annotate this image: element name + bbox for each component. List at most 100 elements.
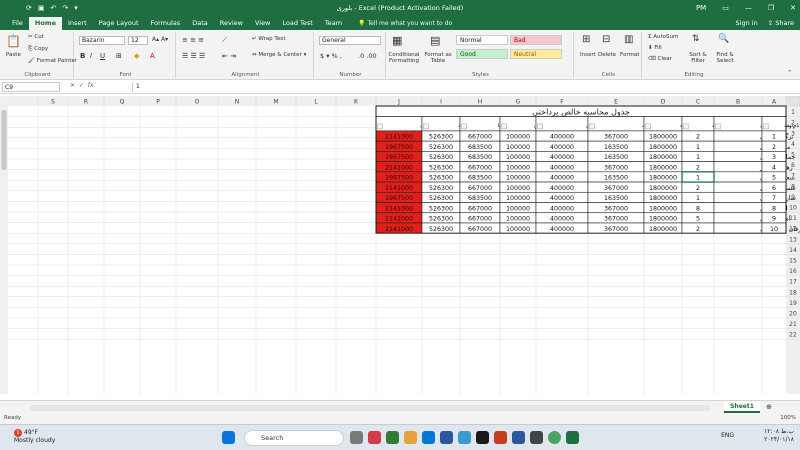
select-all-corner[interactable] [785, 96, 800, 107]
edge-icon[interactable] [458, 431, 471, 444]
style-bad[interactable]: Bad [510, 35, 562, 45]
table-cell[interactable] [713, 181, 763, 193]
font-size-select[interactable]: 12 [128, 36, 148, 45]
table-header-cell[interactable] [375, 116, 423, 132]
app-icon[interactable] [386, 431, 399, 444]
tab-data[interactable]: Data [186, 17, 214, 30]
app-icon[interactable] [476, 431, 489, 444]
table-header-cell[interactable] [535, 116, 589, 132]
orientation-icon[interactable]: ⟋ [222, 36, 227, 45]
conditional-formatting-button[interactable]: Conditional Formatting [388, 52, 420, 64]
taskbar-search[interactable]: Search [244, 430, 344, 446]
find-select-icon[interactable]: 🔍 [718, 34, 729, 44]
task-view-icon[interactable] [350, 431, 363, 444]
confirm-icon[interactable]: ✓ [79, 82, 84, 89]
tell-me-box[interactable]: 💡 Tell me what you want to do [348, 17, 452, 30]
decimal-icon[interactable]: .0 .00 [358, 52, 377, 60]
wrap-text-button[interactable]: ↵ Wrap Text [252, 36, 286, 42]
currency-icon[interactable]: $ ▾ % , [320, 52, 342, 60]
merge-center-button[interactable]: ⇔ Merge & Center ▾ [252, 52, 306, 58]
tab-view[interactable]: View [249, 17, 276, 30]
tab-page-layout[interactable]: Page Layout [93, 17, 145, 30]
tab-home[interactable]: Home [28, 17, 62, 30]
add-sheet-icon[interactable]: ⊕ [766, 403, 772, 411]
paste-button[interactable]: Paste [6, 52, 21, 58]
powerpoint-icon[interactable] [494, 431, 507, 444]
horizontal-scrollbar[interactable] [30, 405, 710, 411]
filter-dropdown-icon[interactable] [377, 123, 383, 130]
filter-dropdown-icon[interactable] [461, 123, 467, 130]
style-good[interactable]: Good [456, 49, 508, 59]
paste-icon[interactable]: 📋 [6, 34, 21, 48]
tab-team[interactable]: Team [319, 17, 348, 30]
formula-input[interactable]: 1 [132, 82, 792, 92]
tab-file[interactable]: File [6, 17, 29, 30]
vertical-scrollbar-thumb[interactable] [1, 110, 7, 170]
insert-button[interactable]: Insert [580, 52, 596, 58]
table-cell[interactable] [713, 191, 763, 203]
filter-dropdown-icon[interactable] [537, 123, 543, 130]
filter-dropdown-icon[interactable] [645, 123, 651, 130]
table-cell[interactable] [713, 212, 763, 224]
clock-date[interactable]: ۲۰۲۴/۰۱/۱۸ [764, 436, 794, 443]
clock-time[interactable]: ۱۲:۰۸ ب.ظ [764, 428, 794, 435]
share-button[interactable]: ⇪ Share [768, 16, 794, 30]
tab-review[interactable]: Review [214, 17, 249, 30]
autosum-button[interactable]: Σ AutoSum [648, 34, 678, 40]
filter-dropdown-icon[interactable] [683, 123, 689, 130]
excel-icon[interactable] [566, 431, 579, 444]
name-box[interactable]: C9 [2, 82, 60, 92]
tab-insert[interactable]: Insert [62, 17, 93, 30]
indent-icon[interactable]: ⇤ ⇥ [222, 52, 236, 60]
filter-dropdown-icon[interactable] [715, 123, 721, 130]
restore-icon[interactable]: ❐ [768, 4, 774, 12]
fill-color-icon[interactable]: ◆ [134, 52, 139, 60]
fx-icon[interactable]: fx [88, 82, 94, 89]
table-header-cell[interactable] [713, 116, 763, 132]
table-cell[interactable] [713, 171, 763, 183]
filter-dropdown-icon[interactable] [589, 123, 595, 130]
table-cell[interactable] [713, 151, 763, 162]
app-icon[interactable] [530, 431, 543, 444]
tab-formulas[interactable]: Formulas [145, 17, 187, 30]
weather-widget[interactable]: 1 49°F Mostly cloudy [14, 429, 55, 445]
number-format-select[interactable]: General [319, 36, 381, 45]
zoom-level[interactable]: 100% [780, 415, 796, 421]
copy-button[interactable]: ⎘ Copy [28, 46, 48, 53]
font-color-icon[interactable]: A [150, 52, 155, 60]
worksheet-grid[interactable]: A B C D E F G H I J K L M N O P Q R S 1 2 3 4 5 6 7 8 9 10 11 12 13 14 15… [0, 96, 800, 394]
table-header-cell[interactable] [587, 116, 645, 132]
underline-icon[interactable]: U [100, 52, 105, 60]
delete-button[interactable]: Delete [598, 52, 616, 58]
word-icon[interactable] [512, 431, 525, 444]
cancel-icon[interactable]: ✕ [70, 82, 75, 89]
format-table-icon[interactable]: ▤ [430, 34, 440, 47]
chrome-icon[interactable] [548, 431, 561, 444]
table-cell[interactable] [713, 161, 763, 173]
close-icon[interactable]: ✕ [790, 4, 796, 12]
bold-icon[interactable]: B [80, 52, 85, 60]
format-cells-icon[interactable]: ▥ [624, 34, 633, 45]
windows-start-icon[interactable] [222, 431, 235, 444]
app-icon[interactable] [368, 431, 381, 444]
minimize-icon[interactable]: — [745, 4, 752, 12]
grid-canvas[interactable]: ABCDEFGHIJKLMNOPQRS123456789101112131415… [0, 96, 800, 394]
fill-button[interactable]: ⬇ Fill [648, 45, 662, 51]
filter-dropdown-icon[interactable] [501, 123, 507, 130]
file-explorer-icon[interactable] [404, 431, 417, 444]
format-painter-button[interactable]: 🖌 Format Painter [28, 58, 77, 64]
sort-filter-button[interactable]: Sort & Filter [686, 52, 710, 64]
sort-filter-icon[interactable]: ⇅ [692, 34, 700, 44]
align-top-icon[interactable]: ≡ ≡ ≡ [182, 36, 204, 44]
font-family-select[interactable]: Bazarin [79, 36, 125, 45]
app-icon[interactable] [440, 431, 453, 444]
conditional-formatting-icon[interactable]: ▦ [392, 34, 402, 47]
tab-load-test[interactable]: Load Test [276, 17, 318, 30]
table-cell[interactable] [713, 202, 763, 214]
collapse-ribbon-icon[interactable]: ^ [787, 70, 792, 76]
format-as-table-button[interactable]: Format as Table [424, 52, 452, 64]
insert-cells-icon[interactable]: ⊞ [582, 34, 590, 45]
borders-icon[interactable]: ⊞ [116, 52, 122, 60]
filter-dropdown-icon[interactable] [423, 123, 429, 130]
find-select-button[interactable]: Find & Select [712, 52, 738, 64]
